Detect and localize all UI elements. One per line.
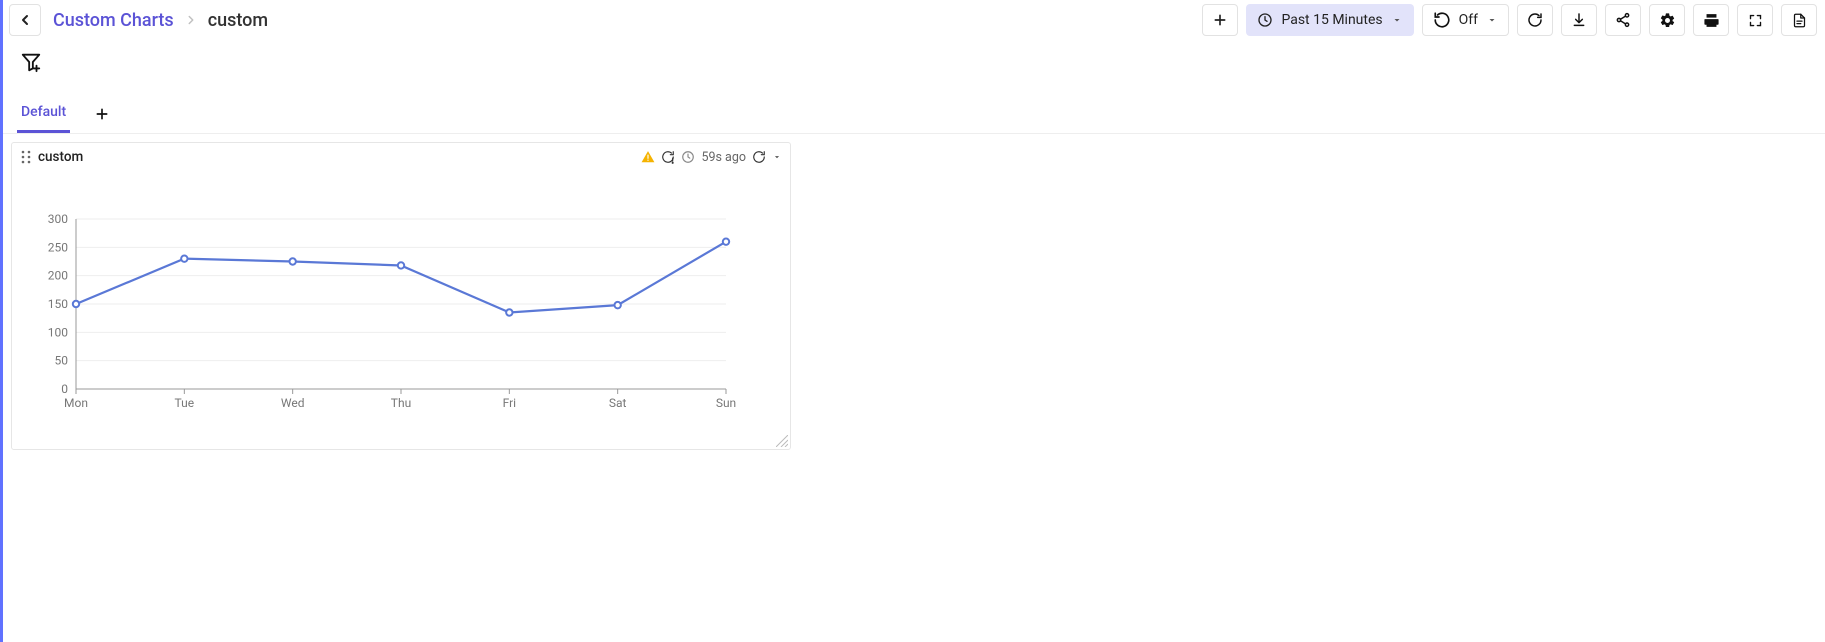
refresh-auto-icon xyxy=(1433,11,1451,29)
chevron-left-icon xyxy=(17,12,33,28)
add-filter-button[interactable] xyxy=(17,48,45,76)
plus-icon xyxy=(1212,12,1228,28)
panel-time-ago: 59s ago xyxy=(701,150,746,165)
add-button[interactable] xyxy=(1202,4,1238,36)
svg-text:250: 250 xyxy=(48,240,68,254)
svg-text:Wed: Wed xyxy=(281,396,305,410)
gear-icon xyxy=(1659,12,1676,29)
share-button[interactable] xyxy=(1605,4,1641,36)
time-range-picker[interactable]: Past 15 Minutes xyxy=(1246,4,1413,36)
document-button[interactable] xyxy=(1781,4,1817,36)
svg-text:Thu: Thu xyxy=(391,396,411,410)
chart-area: 0 50 100 150 200 250 300 Mon Tue Wed Thu Fri Sat Sun xyxy=(12,171,790,449)
resize-handle-icon[interactable] xyxy=(776,435,788,447)
svg-text:300: 300 xyxy=(48,212,68,226)
document-icon xyxy=(1792,13,1807,28)
svg-text:200: 200 xyxy=(48,269,68,283)
breadcrumb-current: custom xyxy=(208,10,268,31)
clock-icon xyxy=(1257,12,1273,28)
svg-text:150: 150 xyxy=(48,297,68,311)
share-icon xyxy=(1615,12,1631,28)
refresh-alert-icon[interactable] xyxy=(661,150,675,164)
settings-button[interactable] xyxy=(1649,4,1685,36)
svg-text:Mon: Mon xyxy=(64,396,88,410)
download-button[interactable] xyxy=(1561,4,1597,36)
filter-row xyxy=(3,42,1825,78)
svg-text:Tue: Tue xyxy=(175,396,195,410)
time-range-label: Past 15 Minutes xyxy=(1281,12,1382,28)
caret-down-icon xyxy=(1391,14,1403,26)
caret-down-icon[interactable] xyxy=(772,152,782,162)
breadcrumb: Custom Charts custom xyxy=(53,10,268,31)
svg-text:Sun: Sun xyxy=(716,396,736,410)
drag-handle-icon[interactable] xyxy=(20,150,32,164)
chart-panel: custom 59s ago 0 50 100 150 200 250 300 Mon Tue W… xyxy=(11,142,791,450)
add-tab-button[interactable] xyxy=(92,104,112,124)
tab-bar: Default xyxy=(3,96,1825,134)
panel-header: custom 59s ago xyxy=(12,143,790,171)
svg-text:0: 0 xyxy=(61,382,68,396)
svg-text:100: 100 xyxy=(48,325,68,339)
print-icon xyxy=(1703,12,1720,29)
tab-default[interactable]: Default xyxy=(17,96,70,133)
caret-down-icon xyxy=(1486,14,1498,26)
auto-refresh-label: Off xyxy=(1459,12,1478,28)
chevron-right-icon xyxy=(184,13,198,27)
auto-refresh-toggle[interactable]: Off xyxy=(1422,4,1509,36)
clock-small-icon xyxy=(681,150,695,164)
refresh-small-icon[interactable] xyxy=(752,150,766,164)
line-chart: 0 50 100 150 200 250 300 Mon Tue Wed Thu Fri Sat Sun xyxy=(26,179,746,439)
print-button[interactable] xyxy=(1693,4,1729,36)
refresh-icon xyxy=(1527,12,1543,28)
warning-icon xyxy=(641,150,655,164)
panel-title: custom xyxy=(38,149,83,165)
back-button[interactable] xyxy=(9,4,41,36)
fullscreen-icon xyxy=(1748,13,1763,28)
fullscreen-button[interactable] xyxy=(1737,4,1773,36)
svg-text:50: 50 xyxy=(55,354,69,368)
download-icon xyxy=(1571,12,1587,28)
svg-text:Fri: Fri xyxy=(503,396,517,410)
breadcrumb-root[interactable]: Custom Charts xyxy=(53,10,174,31)
refresh-button[interactable] xyxy=(1517,4,1553,36)
plus-icon xyxy=(94,106,110,122)
top-toolbar: Custom Charts custom Past 15 Minutes Off xyxy=(3,0,1825,42)
filter-plus-icon xyxy=(20,51,42,73)
svg-text:Sat: Sat xyxy=(609,396,627,410)
